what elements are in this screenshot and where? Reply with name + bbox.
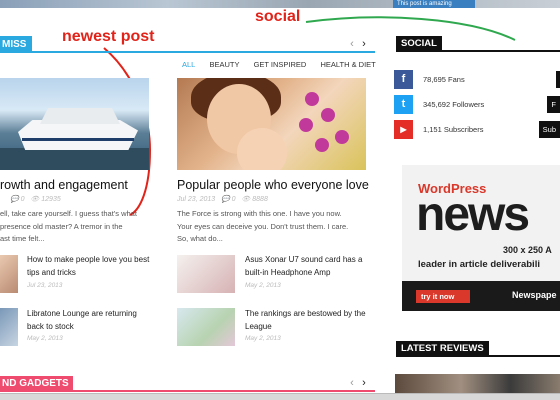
- facebook-count: 78,695 Fans: [423, 75, 465, 84]
- social-widget-title: SOCIAL: [396, 36, 442, 52]
- ad-size: 300 x 250 A: [503, 245, 552, 255]
- post-date: Jul 23, 2013: [177, 196, 216, 203]
- social-row-twitter[interactable]: t 345,692 Followers F: [394, 95, 560, 115]
- next-arrow-icon[interactable]: ›: [358, 377, 370, 389]
- category-filters: ALL BEAUTY GET INSPIRED HEALTH & DIET: [182, 60, 388, 69]
- social-annotation: social: [255, 8, 301, 25]
- top-banner-badge[interactable]: This post is amazing: [393, 0, 475, 8]
- small-post-thumb[interactable]: [177, 255, 235, 293]
- gadgets-nav: ‹ ›: [346, 377, 370, 389]
- filter-all[interactable]: ALL: [182, 60, 195, 69]
- eye-icon: 👁: [26, 196, 40, 203]
- youtube-count: 1,151 Subscribers: [423, 125, 484, 134]
- comment-count: 0: [20, 196, 25, 203]
- reviews-widget-title: LATEST REVIEWS: [396, 341, 489, 357]
- small-post-date: May 2, 2013: [245, 282, 281, 289]
- youtube-subscribe-button[interactable]: Sub: [538, 121, 560, 138]
- ad-headline: news: [416, 188, 530, 241]
- advertisement-banner[interactable]: WordPress news 300 x 250 A leader in art…: [402, 165, 560, 311]
- ad-footer-text: Newspape: [512, 290, 557, 300]
- social-row-youtube[interactable]: ▶ 1,151 Subscribers Sub: [394, 120, 560, 140]
- post-title-left[interactable]: rowth and engagement: [0, 178, 128, 192]
- post-excerpt-right: The Force is strong with this one. I hav…: [177, 209, 349, 243]
- filter-beauty[interactable]: BEAUTY: [209, 60, 239, 69]
- small-post-thumb[interactable]: [0, 308, 18, 346]
- post-title-right[interactable]: Popular people who everyone love: [177, 178, 369, 192]
- post-image-cruise-ship[interactable]: [0, 78, 149, 170]
- social-row-facebook[interactable]: f 78,695 Fans: [394, 70, 560, 90]
- small-post-date: May 2, 2013: [27, 335, 63, 342]
- comment-icon: 💬: [217, 196, 230, 203]
- post-image-mother-daughter[interactable]: [177, 78, 366, 170]
- twitter-icon[interactable]: t: [394, 95, 413, 114]
- filter-health-diet[interactable]: HEALTH & DIET: [320, 60, 375, 69]
- small-post-thumb[interactable]: [0, 255, 18, 293]
- small-post-title[interactable]: Asus Xonar U7 sound card has a built-in H…: [245, 254, 362, 279]
- comment-count: 0: [231, 196, 236, 203]
- prev-arrow-icon[interactable]: ‹: [346, 377, 358, 389]
- ad-tagline: leader in article deliverabili: [418, 259, 540, 270]
- view-count: 12935: [41, 196, 61, 203]
- view-count: 8888: [252, 196, 268, 203]
- social-widget-header: SOCIAL: [396, 36, 560, 52]
- next-arrow-icon[interactable]: ›: [358, 38, 370, 50]
- reviews-widget-header: LATEST REVIEWS: [396, 341, 560, 357]
- twitter-follow-button[interactable]: F: [547, 96, 560, 113]
- post-meta-left: 💬 0 👁 12935: [10, 195, 61, 203]
- small-post-title[interactable]: Libratone Lounge are returning back to st…: [27, 308, 137, 333]
- facebook-like-button[interactable]: [556, 71, 560, 88]
- eye-icon: 👁: [237, 196, 251, 203]
- small-post-date: Jul 23, 2013: [27, 282, 63, 289]
- comment-icon: 💬: [10, 196, 19, 203]
- gadgets-section-header: ND GADGETS: [0, 376, 375, 392]
- section-nav: ‹ ›: [346, 38, 370, 50]
- small-post-thumb[interactable]: [177, 308, 235, 346]
- section-header: MISS: [0, 36, 375, 53]
- filter-get-inspired[interactable]: GET INSPIRED: [254, 60, 307, 69]
- section-tag: MISS: [0, 36, 33, 53]
- post-excerpt-left: ell, take care yourself. I guess that's …: [0, 209, 137, 243]
- ad-cta-button[interactable]: try it now: [416, 290, 471, 303]
- small-post-title[interactable]: How to make people love you best tips and…: [27, 254, 149, 279]
- twitter-count: 345,692 Followers: [423, 100, 485, 109]
- youtube-icon[interactable]: ▶: [394, 120, 413, 139]
- small-post-title[interactable]: The rankings are bestowed by the League: [245, 308, 366, 333]
- small-post-date: May 2, 2013: [245, 335, 281, 342]
- top-banner-strip: This post is amazing: [0, 0, 560, 8]
- facebook-icon[interactable]: f: [394, 70, 413, 89]
- gadgets-section-tag: ND GADGETS: [0, 376, 73, 392]
- taskbar: [0, 393, 560, 400]
- post-meta-right: Jul 23, 2013 💬 0 👁 8888: [177, 195, 268, 203]
- prev-arrow-icon[interactable]: ‹: [346, 38, 358, 50]
